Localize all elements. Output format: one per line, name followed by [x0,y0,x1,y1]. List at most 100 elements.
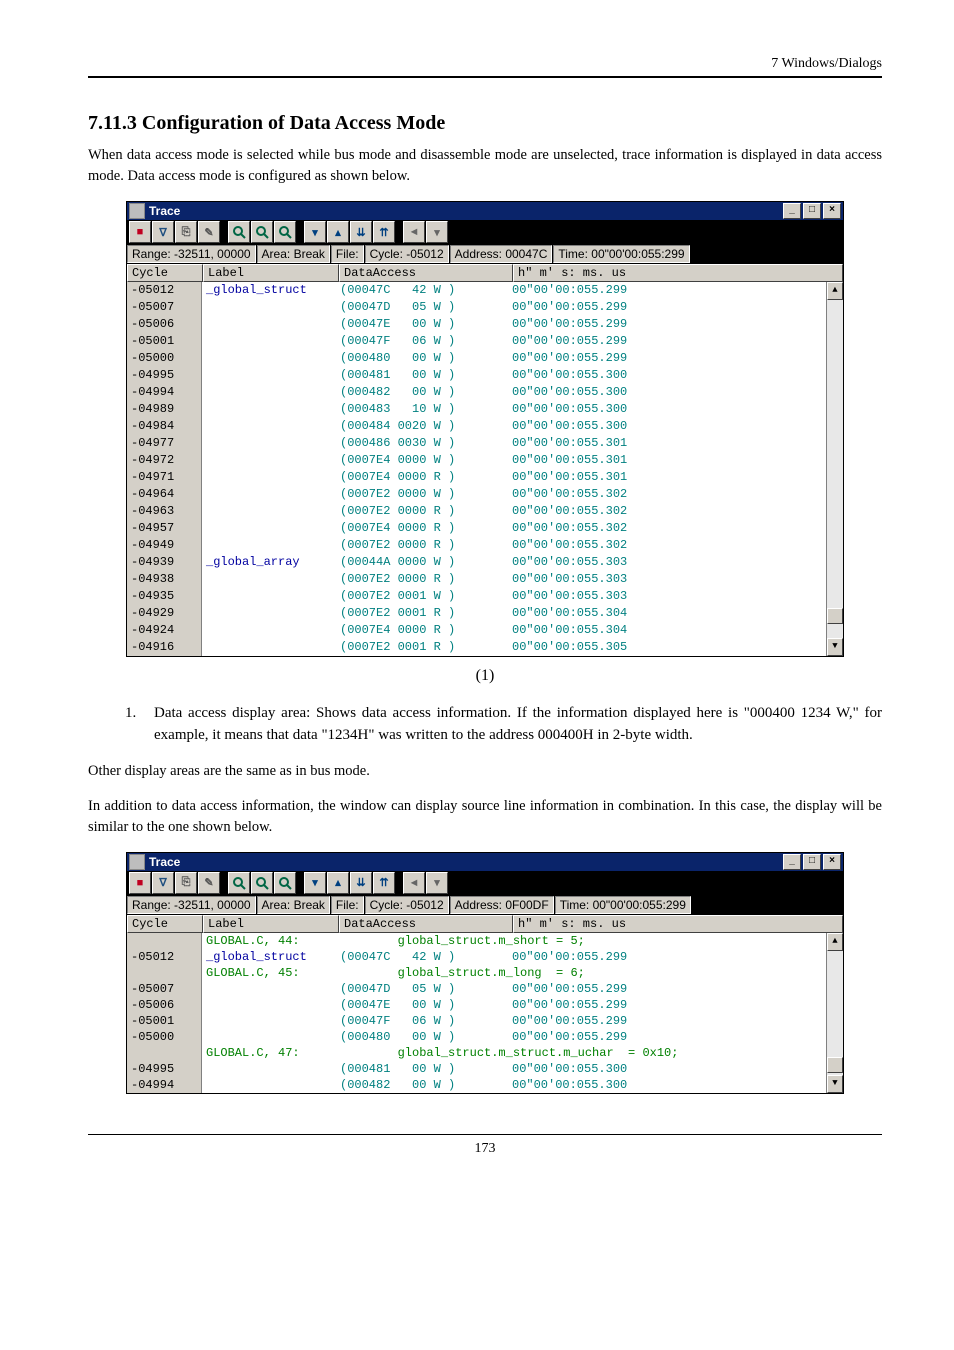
stop-icon[interactable]: ■ [129,872,151,894]
cell-cycle: -04994 [127,1077,202,1093]
titlebar[interactable]: Trace _ □ × [127,853,843,871]
table-row[interactable]: -04984(000484 0020 W )00"00'00:055.300 [127,418,826,435]
maximize-button[interactable]: □ [803,203,821,219]
table-row[interactable]: -05001(00047F 06 W )00"00'00:055.299 [127,333,826,350]
table-row[interactable]: -05006(00047E 00 W )00"00'00:055.299 [127,316,826,333]
edit-icon[interactable]: ✎ [198,221,220,243]
prev-icon[interactable]: ◄ [403,872,425,894]
double-up-icon[interactable]: ⇈ [373,221,395,243]
table-row[interactable]: -04935(0007E2 0001 W )00"00'00:055.303 [127,588,826,605]
zoom-out-icon[interactable] [274,872,296,894]
filter-icon[interactable]: ∇ [152,221,174,243]
stop-icon[interactable]: ■ [129,221,151,243]
table-row[interactable]: -05000(000480 00 W )00"00'00:055.299 [127,350,826,367]
table-row[interactable]: -05006(00047E 00 W )00"00'00:055.299 [127,997,826,1013]
scroll-track[interactable] [827,300,843,638]
hdr-dataaccess[interactable]: DataAccess [339,264,513,282]
table-row[interactable]: GLOBAL.C, 45: global_struct.m_long = 6; [127,965,826,981]
up-icon[interactable]: ▴ [327,872,349,894]
cell-time: 00"00'00:055.299 [508,299,826,316]
hdr-label[interactable]: Label [203,264,339,282]
trace-window: Trace _ □ × ■∇⎘✎▾▴⇊⇈◄▾ Range: -32511, 00… [126,852,844,1094]
next-icon[interactable]: ▾ [426,872,448,894]
zoom-icon[interactable] [251,221,273,243]
zoom-icon[interactable] [251,872,273,894]
scroll-thumb[interactable] [827,608,843,624]
cell-time: 00"00'00:055.303 [508,554,826,571]
double-down-icon[interactable]: ⇊ [350,872,372,894]
table-row[interactable]: -05007(00047D 05 W )00"00'00:055.299 [127,981,826,997]
cell-time: 00"00'00:055.300 [508,1061,826,1077]
hdr-label[interactable]: Label [203,915,339,933]
titlebar[interactable]: Trace _ □ × [127,202,843,220]
scroll-thumb[interactable] [827,1057,843,1073]
table-row[interactable]: -05000(000480 00 W )00"00'00:055.299 [127,1029,826,1045]
table-row[interactable]: -04957(0007E4 0000 R )00"00'00:055.302 [127,520,826,537]
next-icon[interactable]: ▾ [426,221,448,243]
cell-label [202,350,336,367]
table-row[interactable]: -04989(000483 10 W )00"00'00:055.300 [127,401,826,418]
cell-label [202,571,336,588]
filter-icon[interactable]: ∇ [152,872,174,894]
scrollbar[interactable]: ▲ ▼ [826,282,843,656]
table-row[interactable]: -04929(0007E2 0001 R )00"00'00:055.304 [127,605,826,622]
cell-label: _global_struct [202,282,336,299]
close-button[interactable]: × [823,854,841,870]
table-row[interactable]: -04972(0007E4 0000 W )00"00'00:055.301 [127,452,826,469]
cell-source-file: GLOBAL.C, 47: [202,1045,336,1061]
table-row[interactable]: -04964(0007E2 0000 W )00"00'00:055.302 [127,486,826,503]
double-up-icon[interactable]: ⇈ [373,872,395,894]
cell-dataaccess: (0007E2 0001 R ) [336,605,508,622]
scroll-down-icon[interactable]: ▼ [827,638,843,656]
hdr-dataaccess[interactable]: DataAccess [339,915,513,933]
sb-address: Address: 0F00DF [450,896,554,914]
maximize-button[interactable]: □ [803,854,821,870]
zoom-in-icon[interactable] [228,221,250,243]
down-icon[interactable]: ▾ [304,221,326,243]
table-row[interactable]: -04995(000481 00 W )00"00'00:055.300 [127,1061,826,1077]
table-row[interactable]: -04949(0007E2 0000 R )00"00'00:055.302 [127,537,826,554]
table-row[interactable]: -05012_global_struct(00047C 42 W )00"00'… [127,949,826,965]
table-row[interactable]: -04995(000481 00 W )00"00'00:055.300 [127,367,826,384]
table-row[interactable]: -05001(00047F 06 W )00"00'00:055.299 [127,1013,826,1029]
cell-label [202,316,336,333]
hdr-time[interactable]: h" m' s: ms. us [513,264,843,282]
prev-icon[interactable]: ◄ [403,221,425,243]
zoom-in-icon[interactable] [228,872,250,894]
table-row[interactable]: -05007(00047D 05 W )00"00'00:055.299 [127,299,826,316]
table-row[interactable]: -04971(0007E4 0000 R )00"00'00:055.301 [127,469,826,486]
table-row[interactable]: -04994(000482 00 W )00"00'00:055.300 [127,384,826,401]
up-icon[interactable]: ▴ [327,221,349,243]
list-body[interactable]: GLOBAL.C, 44: global_struct.m_short = 5;… [127,933,826,1093]
edit-icon[interactable]: ✎ [198,872,220,894]
scroll-up-icon[interactable]: ▲ [827,933,843,951]
table-row[interactable]: GLOBAL.C, 47: global_struct.m_struct.m_u… [127,1045,826,1061]
table-row[interactable]: -04994(000482 00 W )00"00'00:055.300 [127,1077,826,1093]
scroll-up-icon[interactable]: ▲ [827,282,843,300]
table-row[interactable]: -04916(0007E2 0001 R )00"00'00:055.305 [127,639,826,656]
double-down-icon[interactable]: ⇊ [350,221,372,243]
copy-icon[interactable]: ⎘ [175,872,197,894]
cell-dataaccess: (000482 00 W ) [336,384,508,401]
zoom-out-icon[interactable] [274,221,296,243]
close-button[interactable]: × [823,203,841,219]
table-row[interactable]: -04924(0007E4 0000 R )00"00'00:055.304 [127,622,826,639]
hdr-cycle[interactable]: Cycle [127,264,203,282]
table-row[interactable]: -04939_global_array(00044A 0000 W )00"00… [127,554,826,571]
table-row[interactable]: -04963(0007E2 0000 R )00"00'00:055.302 [127,503,826,520]
scroll-down-icon[interactable]: ▼ [827,1075,843,1093]
table-row[interactable]: -05012_global_struct(00047C 42 W )00"00'… [127,282,826,299]
minimize-button[interactable]: _ [783,203,801,219]
hdr-cycle[interactable]: Cycle [127,915,203,933]
list-body[interactable]: -05012_global_struct(00047C 42 W )00"00'… [127,282,826,656]
scroll-track[interactable] [827,951,843,1075]
table-row[interactable]: -04938(0007E2 0000 R )00"00'00:055.303 [127,571,826,588]
table-row[interactable]: -04977(000486 0030 W )00"00'00:055.301 [127,435,826,452]
copy-icon[interactable]: ⎘ [175,221,197,243]
cell-cycle: -05012 [127,282,202,299]
minimize-button[interactable]: _ [783,854,801,870]
scrollbar[interactable]: ▲ ▼ [826,933,843,1093]
down-icon[interactable]: ▾ [304,872,326,894]
hdr-time[interactable]: h" m' s: ms. us [513,915,843,933]
table-row[interactable]: GLOBAL.C, 44: global_struct.m_short = 5; [127,933,826,949]
